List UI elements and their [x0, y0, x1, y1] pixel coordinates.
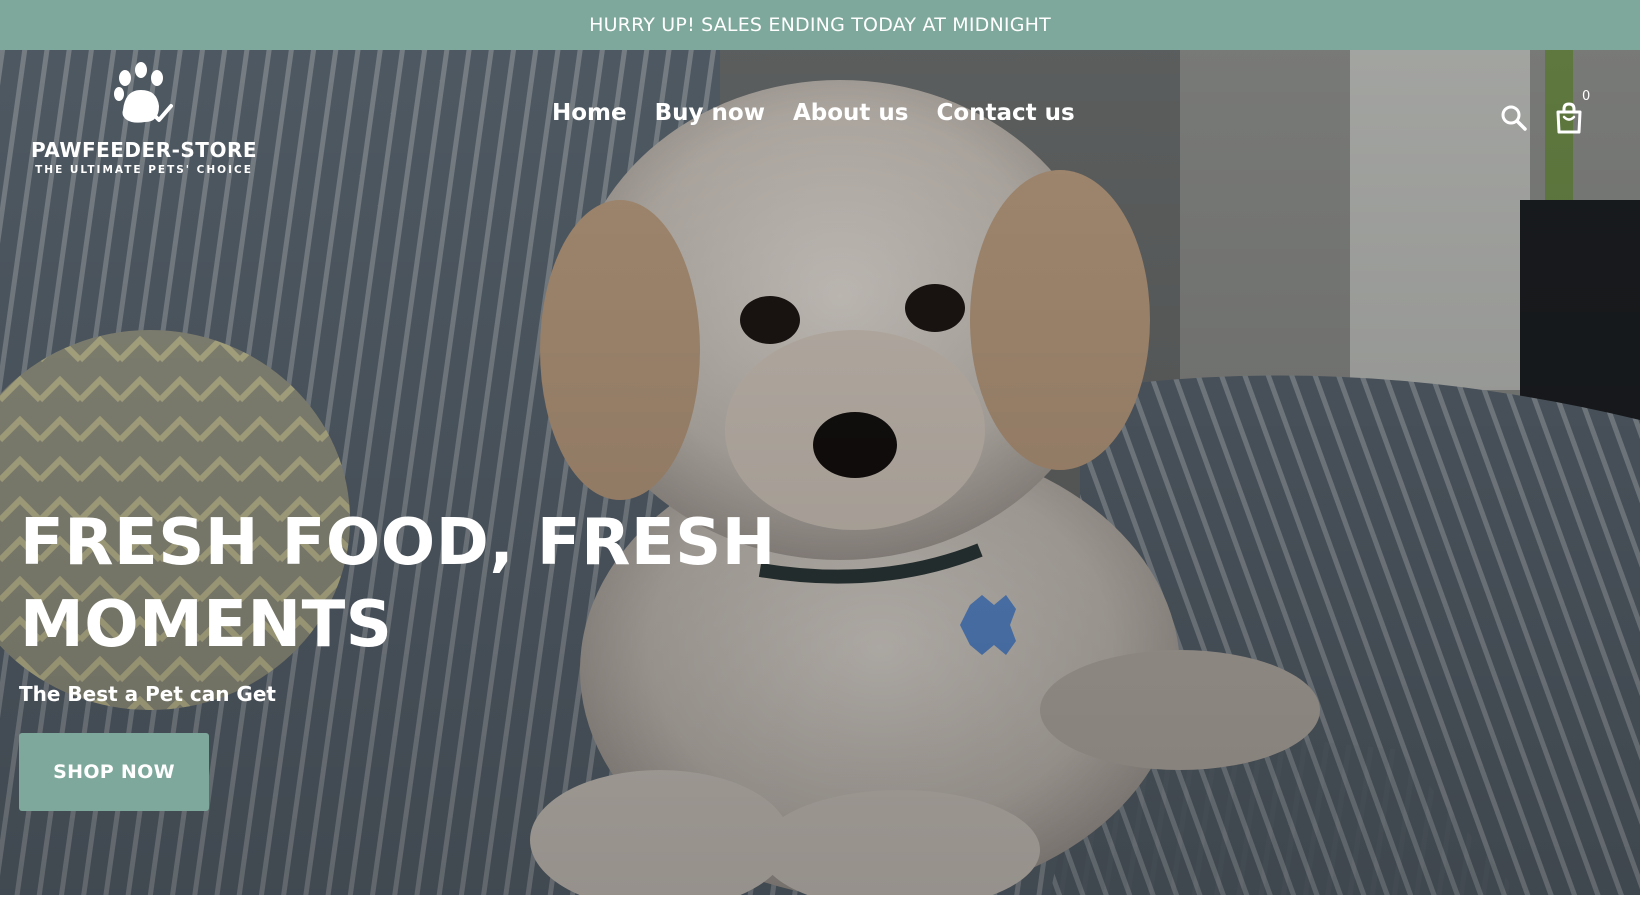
nav-home[interactable]: Home	[552, 100, 627, 126]
cart-button[interactable]	[1551, 100, 1587, 136]
cart-count-badge: 0	[1582, 89, 1591, 104]
store-name: PAWFEEDER-STORE	[30, 138, 258, 162]
hero-headline-line2: MOMENTS	[20, 588, 393, 662]
shopping-bag-icon	[1556, 102, 1582, 134]
search-icon	[1501, 105, 1527, 131]
hero-headline-line1: FRESH FOOD, FRESH	[20, 506, 776, 580]
store-tagline: THE ULTIMATE PETS' CHOICE	[35, 164, 253, 176]
nav-about-us[interactable]: About us	[793, 100, 909, 126]
announcement-bar: HURRY UP! SALES ENDING TODAY AT MIDNIGHT	[0, 0, 1640, 50]
hero-subheading: The Best a Pet can Get	[19, 682, 276, 706]
shop-now-button[interactable]: SHOP NOW	[19, 733, 209, 811]
paw-check-icon	[114, 62, 173, 123]
store-logo[interactable]: PAWFEEDER-STORE THE ULTIMATE PETS' CHOIC…	[24, 62, 274, 182]
hero-headline: FRESH FOOD, FRESH MOMENTS	[20, 502, 920, 666]
search-button[interactable]	[1496, 100, 1532, 136]
announcement-text: HURRY UP! SALES ENDING TODAY AT MIDNIGHT	[589, 14, 1051, 36]
main-nav: Home Buy now About us Contact us	[552, 100, 1075, 126]
nav-contact-us[interactable]: Contact us	[936, 100, 1074, 126]
nav-buy-now[interactable]: Buy now	[655, 100, 765, 126]
